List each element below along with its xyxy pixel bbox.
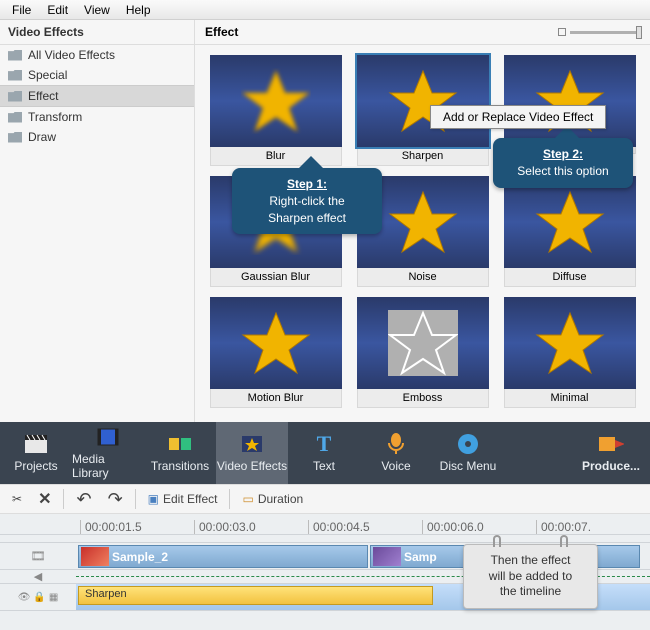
category-sidebar: Video Effects All Video Effects Special … [0,20,195,422]
effect-label: Motion Blur [210,389,342,408]
transitions-icon [167,433,193,455]
menu-file[interactable]: File [4,1,39,19]
speaker-icon: ◀ [34,570,42,583]
clapboard-icon [23,433,49,455]
effect-label: Noise [357,268,489,287]
menu-edit[interactable]: Edit [39,1,76,19]
sidebar-item-all[interactable]: All Video Effects [0,45,194,65]
timeline-ruler[interactable]: 00:00:01.500:00:03.000:00:04.500:00:06.0… [0,514,650,534]
zoom-slider[interactable] [558,28,640,36]
effect-thumb-minimal[interactable]: Minimal [499,297,640,412]
folder-icon [8,112,22,123]
instruction-callout-1: Step 1: Right-click the Sharpen effect [232,168,382,234]
effect-preview [210,55,342,147]
lock-icon: 🔒 [33,592,45,603]
folder-icon [8,50,22,61]
effect-thumb-diffuse[interactable]: Diffuse [499,176,640,291]
effect-clip-sharpen[interactable]: Sharpen [78,586,433,605]
delete-button[interactable]: ✕ [34,487,55,511]
fx-track-head[interactable]: 👁🔒 ▦ [0,584,76,610]
effect-preview [504,176,636,268]
instruction-callout-2: Step 2: Select this option [493,138,633,188]
menu-help[interactable]: Help [118,1,159,19]
x-icon: ✕ [38,489,51,509]
effect-preview [504,297,636,389]
disc-icon [455,433,481,455]
undo-button[interactable]: ↶ [72,487,95,512]
projects-button[interactable]: Projects [0,422,72,484]
scissors-icon: ✂ [12,492,22,506]
effect-label: Emboss [357,389,489,408]
main-toolbar: Projects Media Library Transitions Video… [0,422,650,484]
effect-label: Diffuse [504,268,636,287]
sidebar-item-draw[interactable]: Draw [0,127,194,147]
instruction-note: Then the effect will be added to the tim… [463,544,598,609]
duration-icon: ▭ [242,492,253,506]
timeline-edit-bar: ✂ ✕ ↶ ↷ ▣Edit Effect ▭Duration [0,484,650,514]
folder-icon [8,91,22,102]
sidebar-item-special[interactable]: Special [0,65,194,85]
effect-label: Minimal [504,389,636,408]
media-library-button[interactable]: Media Library [72,422,144,484]
context-menu-item-add-effect[interactable]: Add or Replace Video Effect [430,105,606,129]
effect-label: Sharpen [357,147,489,166]
effect-thumb-motion-blur[interactable]: Motion Blur [205,297,346,412]
sidebar-title: Video Effects [0,20,194,45]
effect-thumb-emboss[interactable]: Emboss [352,297,493,412]
effect-preview [357,55,489,147]
effect-label: Gaussian Blur [210,268,342,287]
transitions-button[interactable]: Transitions [144,422,216,484]
disc-menu-button[interactable]: Disc Menu [432,422,504,484]
folder-icon [8,70,22,81]
effect-preview [210,297,342,389]
text-icon: T [311,433,337,455]
duration-button[interactable]: ▭Duration [238,490,307,508]
film-icon [95,426,121,448]
edit-effect-button[interactable]: ▣Edit Effect [144,490,222,508]
undo-icon: ↶ [76,489,91,510]
zoom-out-icon [558,28,566,36]
produce-button[interactable]: Produce... [572,422,650,484]
effect-preview [357,297,489,389]
cut-button[interactable]: ✂ [8,490,26,508]
redo-icon: ↷ [108,489,123,510]
eye-icon: 👁 [18,592,31,603]
film-icon: ▦ [49,592,58,603]
folder-icon [8,132,22,143]
effects-title: Effect [205,25,238,39]
voice-button[interactable]: Voice [360,422,432,484]
text-button[interactable]: TText [288,422,360,484]
video-track-head[interactable]: 🎞 [0,543,76,569]
star-effect-icon [239,433,265,455]
video-clip-1[interactable]: Sample_2 [78,545,368,568]
mic-icon [383,433,409,455]
menu-view[interactable]: View [76,1,118,19]
sidebar-item-effect[interactable]: Effect [0,85,194,107]
film-icon: 🎞 [30,549,45,563]
video-effects-button[interactable]: Video Effects [216,422,288,484]
menu-bar: File Edit View Help [0,0,650,20]
produce-icon [598,433,624,455]
audio-track-head[interactable]: ◀ [0,570,76,583]
star-box-icon: ▣ [148,492,159,506]
sidebar-item-transform[interactable]: Transform [0,107,194,127]
redo-button[interactable]: ↷ [104,487,127,512]
effect-thumb-blur[interactable]: Blur [205,55,346,170]
